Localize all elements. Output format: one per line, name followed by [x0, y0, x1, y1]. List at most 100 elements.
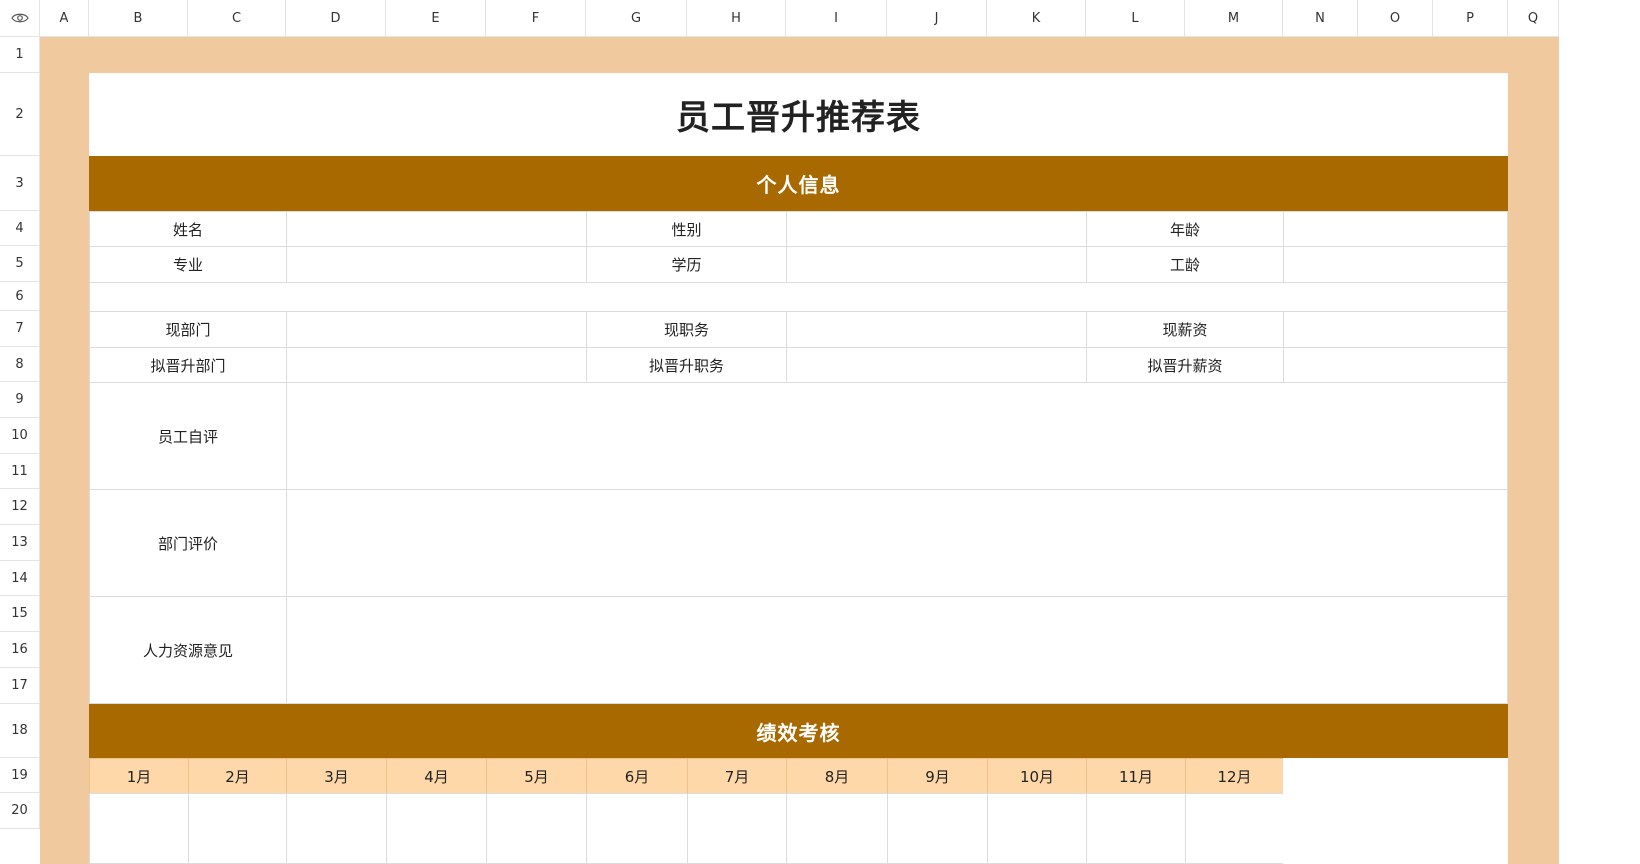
label-hr-opinion[interactable]: 人力资源意见 — [89, 596, 287, 704]
row-header-15[interactable]: 15 — [0, 596, 40, 632]
input-name[interactable] — [286, 211, 587, 247]
input-self-eval[interactable] — [286, 382, 1508, 490]
month-value-11[interactable] — [1086, 793, 1186, 864]
label-name[interactable]: 姓名 — [89, 211, 287, 247]
section-performance[interactable]: 绩效考核 — [89, 704, 1508, 758]
input-age[interactable] — [1283, 211, 1508, 247]
month-value-1[interactable] — [89, 793, 189, 864]
column-header-h[interactable]: H — [687, 0, 786, 37]
month-header-7[interactable]: 7月 — [687, 758, 787, 794]
column-header-j[interactable]: J — [887, 0, 987, 37]
months-row-filler[interactable] — [1283, 758, 1508, 864]
row-header-16[interactable]: 16 — [0, 632, 40, 668]
row-header-6[interactable]: 6 — [0, 282, 40, 311]
input-major[interactable] — [286, 246, 587, 283]
frame-column-q — [1508, 37, 1559, 864]
column-header-l[interactable]: L — [1086, 0, 1185, 37]
column-header-k[interactable]: K — [987, 0, 1086, 37]
label-education[interactable]: 学历 — [586, 246, 787, 283]
row-header-7[interactable]: 7 — [0, 311, 40, 347]
label-seniority[interactable]: 工龄 — [1086, 246, 1284, 283]
month-value-3[interactable] — [286, 793, 387, 864]
input-education[interactable] — [786, 246, 1087, 283]
input-seniority[interactable] — [1283, 246, 1508, 283]
column-header-a[interactable]: A — [40, 0, 89, 37]
label-current-salary[interactable]: 现薪资 — [1086, 311, 1284, 348]
input-hr-opinion[interactable] — [286, 596, 1508, 704]
label-current-dept[interactable]: 现部门 — [89, 311, 287, 348]
month-value-4[interactable] — [386, 793, 487, 864]
row-header-11[interactable]: 11 — [0, 454, 40, 489]
column-header-b[interactable]: B — [89, 0, 188, 37]
column-header-c[interactable]: C — [188, 0, 286, 37]
month-header-3[interactable]: 3月 — [286, 758, 387, 794]
row-header-12[interactable]: 12 — [0, 489, 40, 525]
sheet-title[interactable]: 员工晋升推荐表 — [89, 73, 1508, 156]
column-header-e[interactable]: E — [386, 0, 486, 37]
input-current-dept[interactable] — [286, 311, 587, 348]
row-header-8[interactable]: 8 — [0, 347, 40, 382]
label-self-eval[interactable]: 员工自评 — [89, 382, 287, 490]
row-header-17[interactable]: 17 — [0, 668, 40, 704]
row-header-19[interactable]: 19 — [0, 758, 40, 793]
frame-column-a — [40, 37, 89, 864]
eye-icon[interactable] — [10, 9, 29, 28]
column-header-o[interactable]: O — [1358, 0, 1433, 37]
row-header-3[interactable]: 3 — [0, 156, 40, 211]
row-header-9[interactable]: 9 — [0, 382, 40, 418]
select-all-corner[interactable] — [0, 0, 40, 37]
column-header-m[interactable]: M — [1185, 0, 1283, 37]
label-age[interactable]: 年龄 — [1086, 211, 1284, 247]
row-header-5[interactable]: 5 — [0, 246, 40, 282]
month-header-11[interactable]: 11月 — [1086, 758, 1186, 794]
input-proposed-dept[interactable] — [286, 347, 587, 383]
input-gender[interactable] — [786, 211, 1087, 247]
row-header-20[interactable]: 20 — [0, 793, 40, 829]
month-value-10[interactable] — [987, 793, 1087, 864]
month-header-12[interactable]: 12月 — [1185, 758, 1284, 794]
label-current-position[interactable]: 现职务 — [586, 311, 787, 348]
month-header-6[interactable]: 6月 — [586, 758, 688, 794]
month-value-6[interactable] — [586, 793, 688, 864]
column-header-q[interactable]: Q — [1508, 0, 1559, 37]
row-header-13[interactable]: 13 — [0, 525, 40, 561]
label-gender[interactable]: 性别 — [586, 211, 787, 247]
month-value-12[interactable] — [1185, 793, 1284, 864]
input-dept-eval[interactable] — [286, 489, 1508, 597]
label-proposed-salary[interactable]: 拟晋升薪资 — [1086, 347, 1284, 383]
label-major[interactable]: 专业 — [89, 246, 287, 283]
column-header-g[interactable]: G — [586, 0, 687, 37]
row-header-10[interactable]: 10 — [0, 418, 40, 454]
month-value-5[interactable] — [486, 793, 587, 864]
row-header-2[interactable]: 2 — [0, 73, 40, 156]
month-header-9[interactable]: 9月 — [887, 758, 988, 794]
month-value-9[interactable] — [887, 793, 988, 864]
input-current-position[interactable] — [786, 311, 1087, 348]
row-header-18[interactable]: 18 — [0, 704, 40, 758]
column-header-p[interactable]: P — [1433, 0, 1508, 37]
column-header-f[interactable]: F — [486, 0, 586, 37]
month-value-8[interactable] — [786, 793, 888, 864]
input-proposed-position[interactable] — [786, 347, 1087, 383]
month-header-5[interactable]: 5月 — [486, 758, 587, 794]
month-value-7[interactable] — [687, 793, 787, 864]
column-header-i[interactable]: I — [786, 0, 887, 37]
month-header-2[interactable]: 2月 — [188, 758, 287, 794]
month-value-2[interactable] — [188, 793, 287, 864]
month-header-10[interactable]: 10月 — [987, 758, 1087, 794]
column-header-n[interactable]: N — [1283, 0, 1358, 37]
row-header-14[interactable]: 14 — [0, 561, 40, 596]
label-proposed-position[interactable]: 拟晋升职务 — [586, 347, 787, 383]
month-header-8[interactable]: 8月 — [786, 758, 888, 794]
input-current-salary[interactable] — [1283, 311, 1508, 348]
row-header-1[interactable]: 1 — [0, 37, 40, 73]
label-dept-eval[interactable]: 部门评价 — [89, 489, 287, 597]
row-header-4[interactable]: 4 — [0, 211, 40, 246]
input-proposed-salary[interactable] — [1283, 347, 1508, 383]
month-header-1[interactable]: 1月 — [89, 758, 189, 794]
column-header-d[interactable]: D — [286, 0, 386, 37]
month-header-4[interactable]: 4月 — [386, 758, 487, 794]
spacer-row-6[interactable] — [89, 282, 1508, 312]
label-proposed-dept[interactable]: 拟晋升部门 — [89, 347, 287, 383]
section-personal-info[interactable]: 个人信息 — [89, 156, 1508, 211]
